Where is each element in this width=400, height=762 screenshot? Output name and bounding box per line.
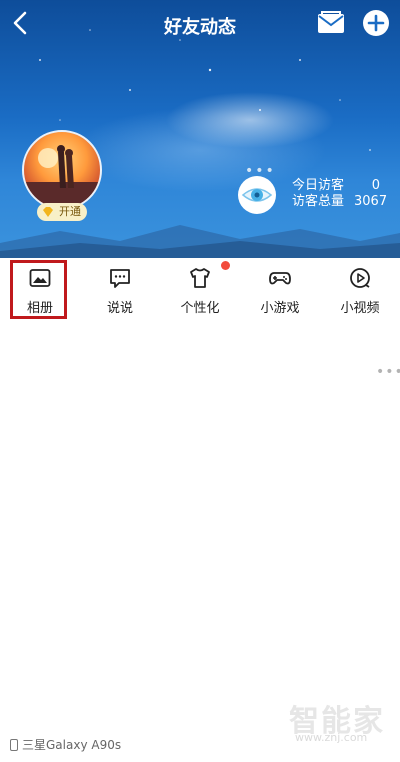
feature-tabs: 相册 说说 个性化 小游戏 小视频	[0, 258, 400, 320]
tab-personalize-label: 个性化	[180, 301, 220, 316]
phone-icon	[10, 739, 18, 751]
vip-badge-label: 开通	[59, 205, 81, 218]
tab-mini-games-label: 小游戏	[260, 301, 300, 316]
total-visitors-label: 访客总量	[292, 194, 345, 209]
eye-icon	[241, 188, 273, 202]
mail-icon[interactable]	[317, 11, 345, 35]
play-video-icon	[350, 268, 370, 288]
gamepad-icon	[269, 272, 291, 285]
chat-bubble-icon	[110, 269, 130, 288]
tab-posts[interactable]: 说说	[80, 258, 160, 320]
device-label-text: 三星Galaxy A90s	[22, 738, 122, 752]
today-visitors-value: 0	[371, 178, 380, 193]
visitor-stats[interactable]: 今日访客 0 访客总量 3067	[292, 178, 396, 210]
tab-posts-label: 说说	[106, 301, 133, 316]
profile-header: 好友动态 开通 ••• 今日访客 0 访客总量 3067	[0, 0, 400, 258]
tab-mini-games[interactable]: 小游戏	[240, 258, 320, 320]
total-visitors-value: 3067	[354, 194, 388, 209]
more-options-icon[interactable]: •••	[376, 364, 400, 380]
watermark-url: www.znj.com	[295, 731, 368, 744]
visitor-eye-icon[interactable]	[238, 176, 276, 214]
tab-short-video-label: 小视频	[340, 301, 380, 316]
device-label: 三星Galaxy A90s	[10, 736, 121, 753]
add-icon[interactable]	[362, 9, 390, 37]
tab-album[interactable]: 相册	[0, 258, 80, 320]
album-icon	[29, 269, 51, 287]
avatar[interactable]	[22, 130, 102, 210]
shirt-icon	[190, 268, 210, 288]
tab-album-label: 相册	[26, 301, 53, 316]
tab-short-video[interactable]: 小视频	[320, 258, 400, 320]
vip-activate-badge[interactable]: 开通	[37, 203, 87, 221]
diamond-icon	[43, 207, 53, 217]
today-visitors-label: 今日访客	[292, 178, 345, 193]
notification-dot	[221, 261, 230, 270]
watermark: 智能家 www.znj.com	[289, 696, 389, 744]
avatar-illustration	[24, 145, 100, 208]
